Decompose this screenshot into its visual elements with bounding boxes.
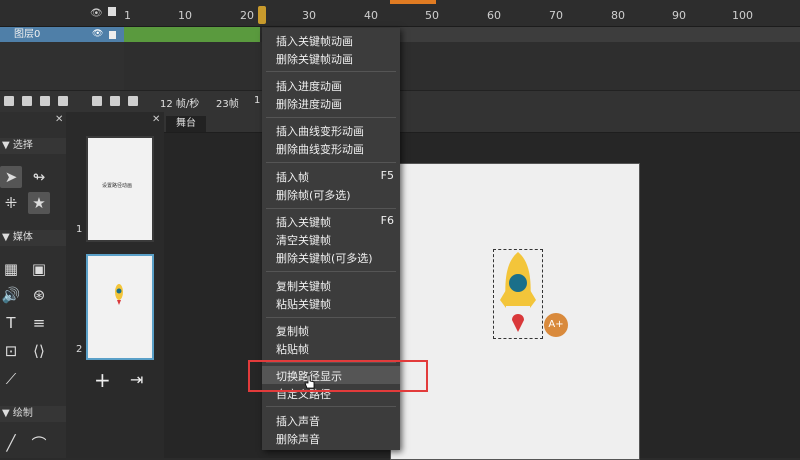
stage-tab[interactable]: 舞台 xyxy=(166,116,206,132)
sound-icon[interactable]: 🔊 xyxy=(0,284,22,306)
chart-icon[interactable]: ⟋ xyxy=(0,368,22,390)
paragraph-icon[interactable]: ≡ xyxy=(28,312,50,334)
panel-close-icon[interactable]: ✕ xyxy=(152,114,160,125)
media-section-header[interactable]: ▼ 媒体 xyxy=(0,230,66,246)
current-frame-label: 1 xyxy=(254,95,261,106)
menu-item-delete-progress-anim[interactable]: 删除进度动画 xyxy=(276,96,342,112)
red-highlight-box xyxy=(248,360,428,392)
menu-separator xyxy=(266,406,396,407)
menu-item-insert-keyframe-anim[interactable]: 插入关键帧动画 xyxy=(276,33,353,49)
layer-lock-icon[interactable] xyxy=(109,31,116,39)
menu-item-delete-keyframe[interactable]: 删除关键帧(可多选) xyxy=(276,250,373,266)
page-title-text: 设置路径动画 xyxy=(102,183,133,189)
page-thumbnail-2[interactable] xyxy=(86,254,154,360)
tick-label: 50 xyxy=(425,9,439,22)
active-tab-indicator xyxy=(390,0,436,4)
menu-item-insert-keyframe[interactable]: 插入关键帧 xyxy=(276,214,331,230)
video-icon[interactable]: ⊛ xyxy=(28,284,50,306)
menu-item-delete-sound[interactable]: 删除声音 xyxy=(276,431,320,447)
star-tool-icon[interactable]: ★ xyxy=(28,192,50,214)
add-page-button[interactable]: + xyxy=(94,368,111,392)
text-tool-icon[interactable]: T xyxy=(0,312,22,334)
menu-separator xyxy=(266,208,396,209)
draw-section-header[interactable]: ▼ 绘制 xyxy=(0,406,66,422)
pages-panel: ✕ 设置路径动画 1 2 + ⇥ xyxy=(66,112,165,458)
tick-label: 90 xyxy=(672,9,686,22)
layer-list-area xyxy=(0,42,125,90)
transform-tool-icon[interactable]: ⁜ xyxy=(0,192,22,214)
stage-tab-bar xyxy=(164,112,800,133)
hand-cursor-icon xyxy=(304,374,315,389)
page-thumbnail-1[interactable]: 设置路径动画 xyxy=(86,136,154,242)
tick-label: 10 xyxy=(178,9,192,22)
frame-icon[interactable] xyxy=(92,96,102,106)
menu-item-paste-keyframe[interactable]: 粘贴关键帧 xyxy=(276,296,331,312)
timeline-ruler[interactable]: 👁 1 10 20 30 40 50 60 70 80 90 100 xyxy=(0,0,800,27)
page-number: 1 xyxy=(76,224,83,235)
arrow-tool-icon[interactable]: ➤ xyxy=(0,166,22,188)
page-number: 2 xyxy=(76,344,83,355)
image-icon[interactable]: ▣ xyxy=(28,258,50,280)
menu-item-insert-frame[interactable]: 插入帧 xyxy=(276,169,309,185)
animation-badge[interactable]: A+ xyxy=(544,313,568,337)
menu-item-delete-keyframe-anim[interactable]: 删除关键帧动画 xyxy=(276,51,353,67)
menu-item-copy-keyframe[interactable]: 复制关键帧 xyxy=(276,278,331,294)
menu-item-copy-frame[interactable]: 复制帧 xyxy=(276,323,309,339)
tick-label: 70 xyxy=(549,9,563,22)
menu-separator xyxy=(266,71,396,72)
collapse-icon[interactable]: ✕ xyxy=(55,114,63,125)
frame-paste-icon[interactable] xyxy=(128,96,138,106)
tick-label: 20 xyxy=(240,9,254,22)
menu-item-clear-keyframe[interactable]: 清空关键帧 xyxy=(276,232,331,248)
tick-label: 40 xyxy=(364,9,378,22)
tick-label: 80 xyxy=(611,9,625,22)
tick-label: 1 xyxy=(124,9,131,22)
shortcut-f6: F6 xyxy=(380,214,394,227)
menu-item-insert-progress-anim[interactable]: 插入进度动画 xyxy=(276,78,342,94)
menu-item-insert-curve-anim[interactable]: 插入曲线变形动画 xyxy=(276,123,364,139)
badge-label: A+ xyxy=(548,319,564,330)
copy-icon[interactable] xyxy=(58,96,68,106)
lock-icon[interactable] xyxy=(108,7,116,16)
line-tool-icon[interactable]: ╱ xyxy=(0,432,22,454)
playhead[interactable] xyxy=(258,6,266,24)
tick-label: 100 xyxy=(732,9,753,22)
menu-separator xyxy=(266,162,396,163)
frame-span[interactable] xyxy=(124,27,260,42)
frame-copy-icon[interactable] xyxy=(110,96,120,106)
layer-name[interactable]: 图层0 xyxy=(14,27,40,42)
grid-icon[interactable]: ▦ xyxy=(0,258,22,280)
frame-count-label: 23帧 xyxy=(216,99,239,110)
delete-icon[interactable] xyxy=(40,96,50,106)
rocket-thumbnail-icon xyxy=(115,284,123,305)
menu-item-delete-curve-anim[interactable]: 删除曲线变形动画 xyxy=(276,141,364,157)
curve-tool-icon[interactable]: ⌒ xyxy=(28,432,50,454)
tool-panel: ✕ ▼ 选择 ➤ ↬ ⁜ ★ ▼ 媒体 ▦ ▣ 🔊 ⊛ T ≡ ⊡ ⟨⟩ ⟋ ▼… xyxy=(0,112,67,458)
menu-item-delete-frame[interactable]: 删除帧(可多选) xyxy=(276,187,351,203)
rocket-image[interactable] xyxy=(496,250,540,336)
path-tool-icon[interactable]: ↬ xyxy=(28,166,50,188)
folder-icon[interactable] xyxy=(22,96,32,106)
board-icon[interactable]: ⊡ xyxy=(0,340,22,362)
select-section-header[interactable]: ▼ 选择 xyxy=(0,138,66,154)
menu-separator xyxy=(266,117,396,118)
frame-area[interactable] xyxy=(124,42,800,90)
fps-label[interactable]: 12 帧/秒 xyxy=(160,95,199,110)
menu-separator xyxy=(266,271,396,272)
timeline-toolbar: 12 帧/秒 23帧 1 xyxy=(0,90,800,114)
code-icon[interactable]: ⟨⟩ xyxy=(28,340,50,362)
tick-label: 30 xyxy=(302,9,316,22)
menu-item-paste-frame[interactable]: 粘贴帧 xyxy=(276,341,309,357)
new-layer-icon[interactable] xyxy=(4,96,14,106)
layer-eye-icon[interactable]: 👁 xyxy=(92,29,103,39)
menu-item-insert-sound[interactable]: 插入声音 xyxy=(276,413,320,429)
tick-label: 60 xyxy=(487,9,501,22)
menu-separator xyxy=(266,317,396,318)
shortcut-f5: F5 xyxy=(380,169,394,182)
eye-icon[interactable]: 👁 xyxy=(90,8,103,19)
import-page-button[interactable]: ⇥ xyxy=(130,370,143,389)
